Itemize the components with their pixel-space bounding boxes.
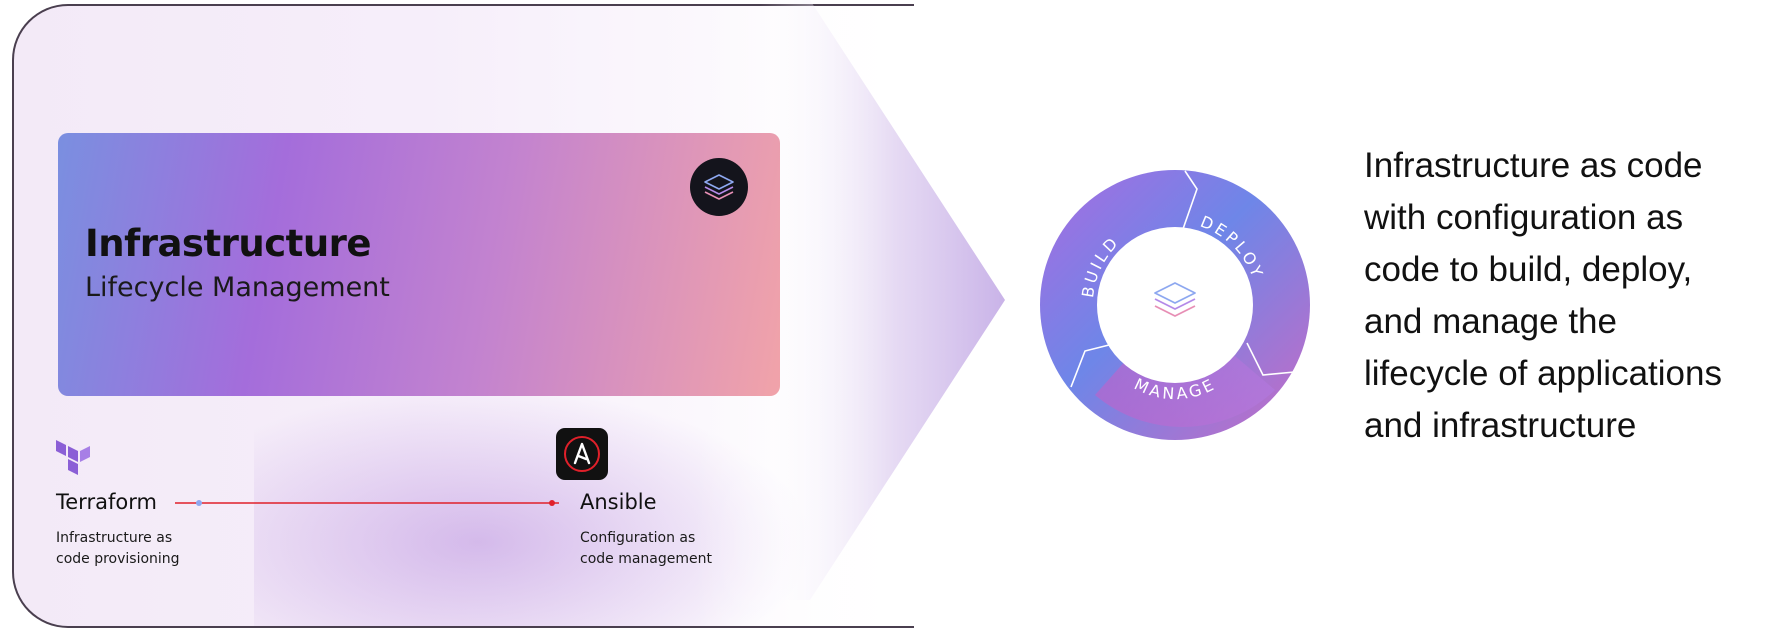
- ansible-description-line: Configuration as: [580, 530, 696, 546]
- summary-line: with configuration as: [1364, 198, 1684, 237]
- terraform-name: Terraform: [56, 490, 157, 514]
- summary-line: lifecycle of applications: [1364, 354, 1722, 393]
- ansible-name: Ansible: [580, 490, 657, 514]
- terraform-logo: [56, 440, 90, 475]
- terraform-description-line: Infrastructure as: [56, 530, 173, 546]
- summary-line: and manage the: [1364, 302, 1617, 341]
- layers-icon: [690, 158, 748, 216]
- connector-line: [175, 500, 559, 506]
- ansible-description-line: code management: [580, 551, 712, 567]
- summary-line: code to build, deploy,: [1364, 250, 1693, 289]
- hero-title: Infrastructure: [85, 222, 372, 265]
- summary-line: Infrastructure as code: [1364, 146, 1703, 185]
- hero-subtitle: Lifecycle Management: [85, 272, 390, 303]
- terraform-description-line: code provisioning: [56, 551, 180, 567]
- summary-text: Infrastructure as code with configuratio…: [1364, 140, 1764, 452]
- ansible-description: Configuration as code management: [580, 528, 800, 570]
- summary-line: and infrastructure: [1364, 406, 1637, 445]
- terraform-description: Infrastructure as code provisioning: [56, 528, 276, 570]
- lifecycle-ring: BUILD DEPLOY MANAGE: [1040, 170, 1310, 440]
- ansible-logo: [556, 428, 608, 480]
